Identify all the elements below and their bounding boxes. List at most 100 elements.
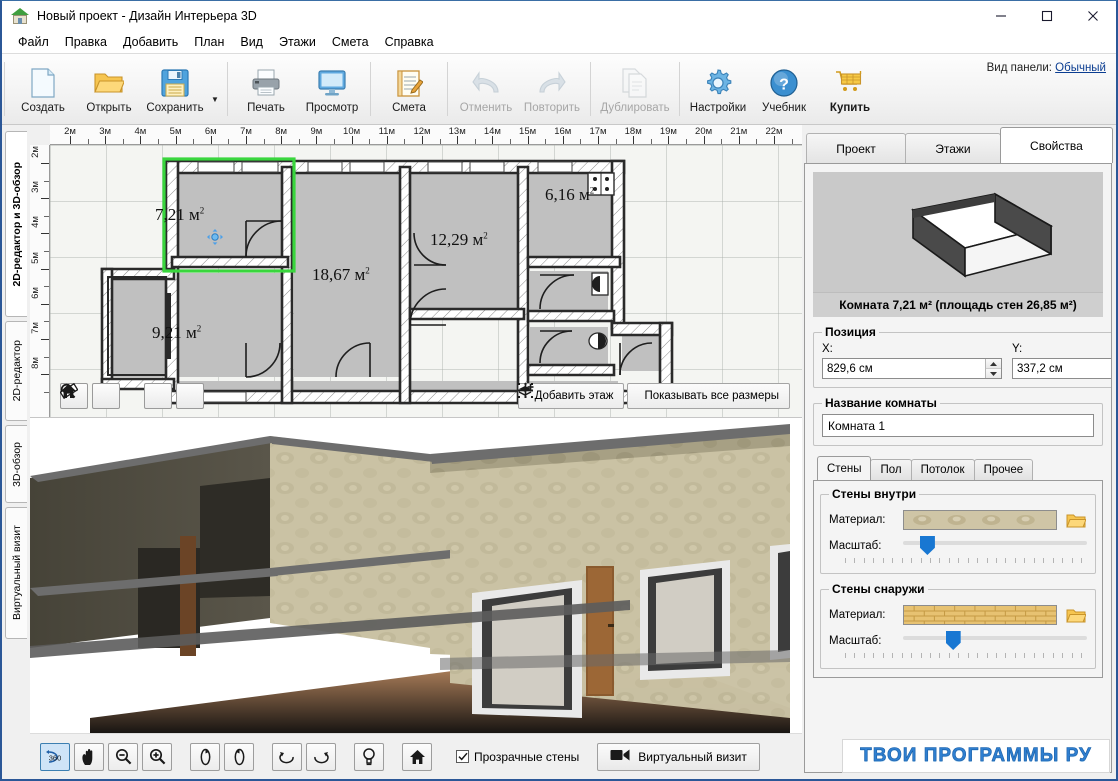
room-name-input[interactable] — [822, 414, 1094, 437]
maximize-button[interactable] — [1024, 1, 1070, 31]
scale-tick — [977, 653, 979, 658]
pan-button[interactable] — [74, 742, 104, 771]
close-button[interactable] — [1070, 1, 1116, 31]
orbit-360-button[interactable]: 360 — [40, 742, 70, 771]
room-area-label-4: 12,29 м2 — [430, 230, 488, 249]
view3d-home-button[interactable] — [402, 742, 432, 771]
transparent-walls-label: Прозрачные стены — [474, 749, 580, 764]
menu-view[interactable]: Вид — [232, 33, 271, 51]
virtual-visit-button[interactable]: Виртуальный визит — [597, 742, 760, 771]
scale-tick — [1043, 653, 1045, 658]
position-x-input[interactable] — [823, 359, 985, 378]
tab-ceiling[interactable]: Потолок — [910, 459, 975, 480]
printer-icon — [249, 67, 283, 99]
toolbar-save-button[interactable]: Сохранить — [142, 54, 208, 124]
minimize-button[interactable] — [978, 1, 1024, 31]
plan-home-button[interactable] — [61, 383, 204, 409]
toolbar-estimate-button[interactable]: Смета — [376, 54, 442, 124]
ruler-tick — [44, 180, 49, 182]
sidebar-item-virtual-visit[interactable]: Виртуальный визит — [5, 507, 27, 639]
scale-tick — [873, 653, 875, 658]
floor-plan-canvas[interactable]: 7,21 м2 9,21 м2 18,67 м2 12,29 м2 6,16 м — [50, 145, 802, 417]
lighting-button[interactable] — [354, 742, 384, 771]
plan-zoom-in-button[interactable] — [60, 383, 120, 409]
toolbar-buy-button[interactable]: Купить — [817, 54, 883, 124]
sidebar-item-2d-editor[interactable]: 2D-редактор — [5, 321, 27, 421]
menu-edit[interactable]: Правка — [57, 33, 115, 51]
stepper-up-icon[interactable] — [986, 359, 1001, 369]
sidebar-item-2d-and-3d[interactable]: 2D-редактор и 3D-обзор — [5, 131, 27, 317]
ruler-label: 3м — [30, 181, 41, 194]
save-dropdown-arrow-icon[interactable]: ▼ — [208, 54, 222, 124]
show-dimensions-button[interactable]: Показывать все размеры — [517, 383, 790, 409]
position-y-spinner[interactable] — [1012, 358, 1111, 379]
add-floor-label: Добавить этаж — [534, 390, 614, 402]
slider-thumb[interactable] — [945, 631, 961, 650]
menu-plan[interactable]: План — [186, 33, 232, 51]
ruler-label: 4м — [30, 216, 41, 229]
outer-walls-browse-button[interactable] — [1065, 606, 1087, 624]
position-x-spinner[interactable] — [822, 358, 1002, 379]
scale-tick — [1005, 558, 1007, 563]
menu-estimate[interactable]: Смета — [324, 33, 377, 51]
ruler-label: 9м — [310, 126, 323, 137]
outer-walls-scale-slider[interactable] — [903, 630, 1087, 652]
room-move-handle[interactable] — [207, 229, 223, 245]
menu-help[interactable]: Справка — [377, 33, 442, 51]
add-floor-button[interactable]: Добавить этаж — [517, 383, 625, 409]
open-folder-icon — [1066, 609, 1086, 622]
tab-properties[interactable]: Свойства — [999, 127, 1113, 163]
scale-tick — [977, 558, 979, 563]
toolbar-tutorial-button[interactable]: ? Учебник — [751, 54, 817, 124]
inner-walls-scale-slider[interactable] — [903, 535, 1087, 557]
scale-tick — [1024, 653, 1026, 658]
toolbar-settings-label: Настройки — [689, 101, 747, 114]
rotate-vertical-left-button[interactable] — [190, 742, 220, 771]
toolbar-open-button[interactable]: Открыть — [76, 54, 142, 124]
ruler-tick — [41, 374, 49, 376]
slider-thumb[interactable] — [919, 536, 935, 555]
transparent-walls-checkbox[interactable]: Прозрачные стены — [456, 750, 579, 764]
application-window: Новый проект - Дизайн Интерьера 3D Файл … — [0, 0, 1118, 781]
rotate-cw-button[interactable] — [306, 742, 336, 771]
view-3d-render[interactable] — [30, 418, 802, 733]
ruler-label: 3м — [99, 126, 112, 137]
toolbar-preview-button[interactable]: Просмотр — [299, 54, 365, 124]
shopping-cart-icon — [833, 67, 867, 99]
rotate-vertical-right-button[interactable] — [224, 742, 254, 771]
view3d-zoom-out-button[interactable] — [108, 742, 138, 771]
outer-walls-material-swatch[interactable] — [903, 605, 1057, 625]
house-icon — [11, 8, 29, 24]
inner-walls-browse-button[interactable] — [1065, 511, 1087, 529]
tab-floor[interactable]: Пол — [870, 459, 912, 480]
tab-other[interactable]: Прочее — [973, 459, 1034, 480]
rotate-vertical-left-icon — [200, 748, 210, 765]
position-y-input[interactable] — [1013, 359, 1111, 378]
panel-view-value[interactable]: Обычный — [1055, 62, 1106, 74]
tab-project[interactable]: Проект — [806, 133, 906, 163]
stepper-down-icon[interactable] — [986, 369, 1001, 378]
inner-walls-material-swatch[interactable] — [903, 510, 1057, 530]
tab-floors[interactable]: Этажи — [904, 133, 1001, 163]
toolbar-redo-button[interactable]: Повторить — [519, 54, 585, 124]
menu-file[interactable]: Файл — [10, 33, 57, 51]
view-3d-toolbar: 360 Прозрачные стены Виртуальный визит — [30, 733, 802, 779]
toolbar-print-button[interactable]: Печать — [233, 54, 299, 124]
sidebar-item-3d-view[interactable]: 3D-обзор — [5, 425, 27, 503]
view-3d-panel[interactable] — [30, 417, 802, 733]
menu-add[interactable]: Добавить — [115, 33, 186, 51]
toolbar-settings-button[interactable]: Настройки — [685, 54, 751, 124]
menu-floors[interactable]: Этажи — [271, 33, 324, 51]
rotate-ccw-button[interactable] — [272, 742, 302, 771]
toolbar-duplicate-button[interactable]: Дублировать — [596, 54, 674, 124]
plan-measure-button[interactable] — [60, 383, 172, 409]
scale-tick — [1024, 558, 1026, 563]
tab-walls[interactable]: Стены — [817, 456, 872, 480]
toolbar-undo-button[interactable]: Отменить — [453, 54, 519, 124]
panel-view-selector: Вид панели: Обычный — [987, 62, 1106, 74]
monitor-preview-icon — [315, 67, 349, 99]
position-x-stepper[interactable] — [985, 359, 1001, 378]
view3d-zoom-in-button[interactable] — [142, 742, 172, 771]
position-legend: Позиция — [825, 325, 876, 339]
toolbar-new-button[interactable]: Создать — [10, 54, 76, 124]
